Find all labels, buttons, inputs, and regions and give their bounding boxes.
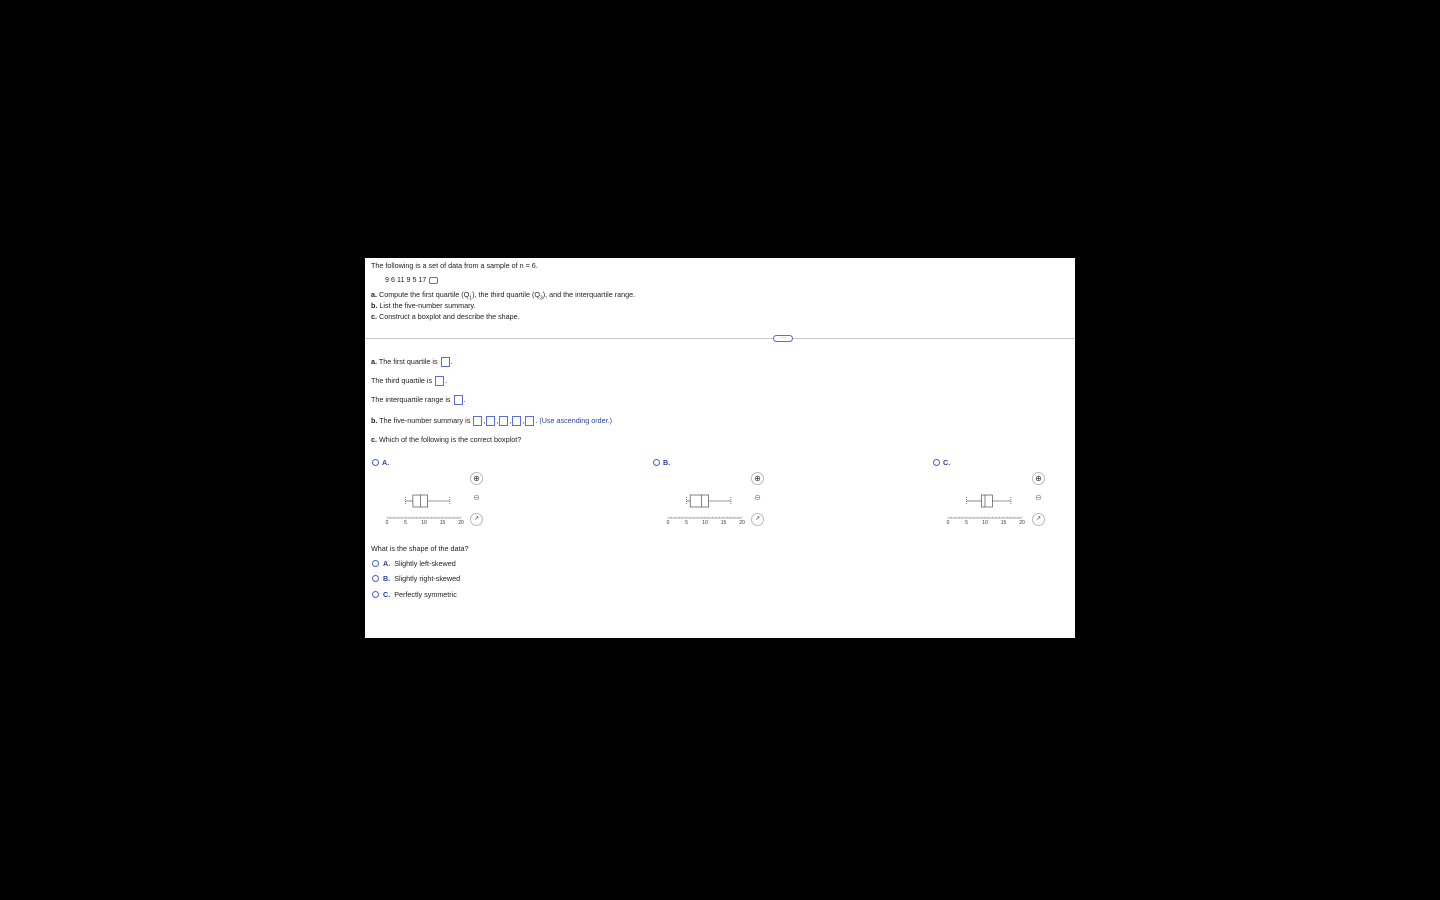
divider	[365, 338, 1075, 339]
tick-label: 20	[739, 520, 745, 526]
shape-question: What is the shape of the data?	[371, 544, 469, 553]
tick-label: 0	[386, 520, 389, 526]
question-panel: The following is a set of data from a sa…	[365, 258, 1075, 638]
tick-label: 15	[440, 520, 446, 526]
tick-label: 10	[982, 520, 988, 526]
part-c-text: Construct a boxplot and describe the sha…	[379, 312, 520, 321]
data-values: 9 6 11 9 5 17	[385, 275, 439, 284]
boxplot-c-chart: 0 5 10 15 20	[947, 494, 1025, 526]
data-values-text: 9 6 11 9 5 17	[385, 275, 427, 284]
boxplot-a-chart: 0 5 10 15 20	[386, 494, 464, 526]
q3-input[interactable]	[435, 376, 445, 387]
tick-label: 10	[421, 520, 427, 526]
radio-shape-b[interactable]	[372, 575, 379, 582]
data-copy-icon[interactable]	[429, 276, 439, 284]
part-a-text: Compute the first quartile (Q	[379, 290, 470, 299]
tick-label: 10	[702, 520, 708, 526]
tick-label: 20	[458, 520, 464, 526]
part-b-instruction: b. List the five-number summary.	[371, 301, 476, 310]
shape-a-letter: A.	[383, 559, 391, 568]
popout-icon[interactable]: ↗	[1032, 513, 1045, 526]
q1-prefix: a.	[371, 357, 377, 366]
boxplot-a-letter: A.	[382, 458, 390, 467]
part-a-text3: ), and the interquartile range.	[542, 290, 636, 299]
popout-icon[interactable]: ↗	[470, 513, 483, 526]
five-input-1[interactable]	[473, 416, 483, 427]
five-prefix: b.	[371, 416, 378, 425]
radio-boxplot-b[interactable]	[653, 459, 660, 466]
q1-input[interactable]	[440, 357, 450, 368]
shape-b-letter: B.	[383, 574, 391, 583]
part-c-letter: c.	[371, 312, 377, 321]
iqr-row: The interquartile range is .	[371, 395, 466, 406]
shape-c-label: C. Perfectly symmetric	[383, 590, 457, 599]
q3-label: The third quartile is	[371, 376, 433, 385]
q1-label: The first quartile is	[378, 357, 438, 366]
zoom-out-icon[interactable]: ⊖	[1032, 492, 1045, 505]
zoom-in-icon[interactable]: ⊕	[751, 472, 764, 485]
boxplot-c-letter: C.	[943, 458, 951, 467]
boxplot-b-chart: 0 5 10 15 20	[667, 494, 745, 526]
tick-label: 0	[947, 520, 950, 526]
box-iqr	[980, 494, 993, 508]
five-input-2[interactable]	[486, 416, 496, 427]
zoom-in-icon[interactable]: ⊕	[1032, 472, 1045, 485]
radio-boxplot-c[interactable]	[933, 459, 940, 466]
boxplot-question-row: c. Which of the following is the correct…	[371, 435, 521, 444]
part-a-letter: a.	[371, 290, 377, 299]
radio-shape-c[interactable]	[372, 591, 379, 598]
popout-icon[interactable]: ↗	[751, 513, 764, 526]
shape-b-text: Slightly right-skewed	[394, 574, 461, 583]
shape-b-label: B. Slightly right-skewed	[383, 574, 460, 583]
tick-label: 20	[1019, 520, 1025, 526]
resize-handle[interactable]: ····	[773, 335, 793, 342]
shape-a-text: Slightly left-skewed	[394, 559, 456, 568]
five-hint: (Use ascending order.)	[539, 416, 613, 425]
five-input-5[interactable]	[525, 416, 535, 427]
iqr-label: The interquartile range is	[371, 395, 451, 404]
shape-c-letter: C.	[383, 590, 391, 599]
zoom-out-icon[interactable]: ⊖	[470, 492, 483, 505]
boxplot-prefix: c.	[371, 435, 377, 444]
tick-label: 5	[965, 520, 968, 526]
radio-boxplot-a[interactable]	[372, 459, 379, 466]
tick-label: 5	[404, 520, 407, 526]
q3-row: The third quartile is .	[371, 376, 448, 387]
box-iqr	[689, 494, 710, 508]
boxplot-question: Which of the following is the correct bo…	[379, 435, 522, 444]
tick-label: 0	[667, 520, 670, 526]
zoom-in-icon[interactable]: ⊕	[470, 472, 483, 485]
shape-a-label: A. Slightly left-skewed	[383, 559, 456, 568]
five-label: The five-number summary is	[379, 416, 471, 425]
tick-label: 15	[721, 520, 727, 526]
zoom-out-icon[interactable]: ⊖	[751, 492, 764, 505]
five-input-3[interactable]	[499, 416, 509, 427]
shape-c-text: Perfectly symmetric	[394, 590, 457, 599]
question-intro: The following is a set of data from a sa…	[371, 261, 538, 270]
five-input-4[interactable]	[512, 416, 522, 427]
boxplot-b-letter: B.	[663, 458, 671, 467]
part-a-text2: ), the third quartile (Q	[472, 290, 540, 299]
tick-label: 15	[1001, 520, 1007, 526]
part-c-instruction: c. Construct a boxplot and describe the …	[371, 312, 520, 321]
tick-label: 5	[685, 520, 688, 526]
radio-shape-a[interactable]	[372, 560, 379, 567]
q1-row: a. The first quartile is .	[371, 357, 453, 368]
iqr-input[interactable]	[453, 395, 463, 406]
part-b-text: List the five-number summary.	[379, 301, 476, 310]
five-number-row: b. The five-number summary is ,,,,. (Use…	[371, 416, 613, 427]
part-b-letter: b.	[371, 301, 378, 310]
